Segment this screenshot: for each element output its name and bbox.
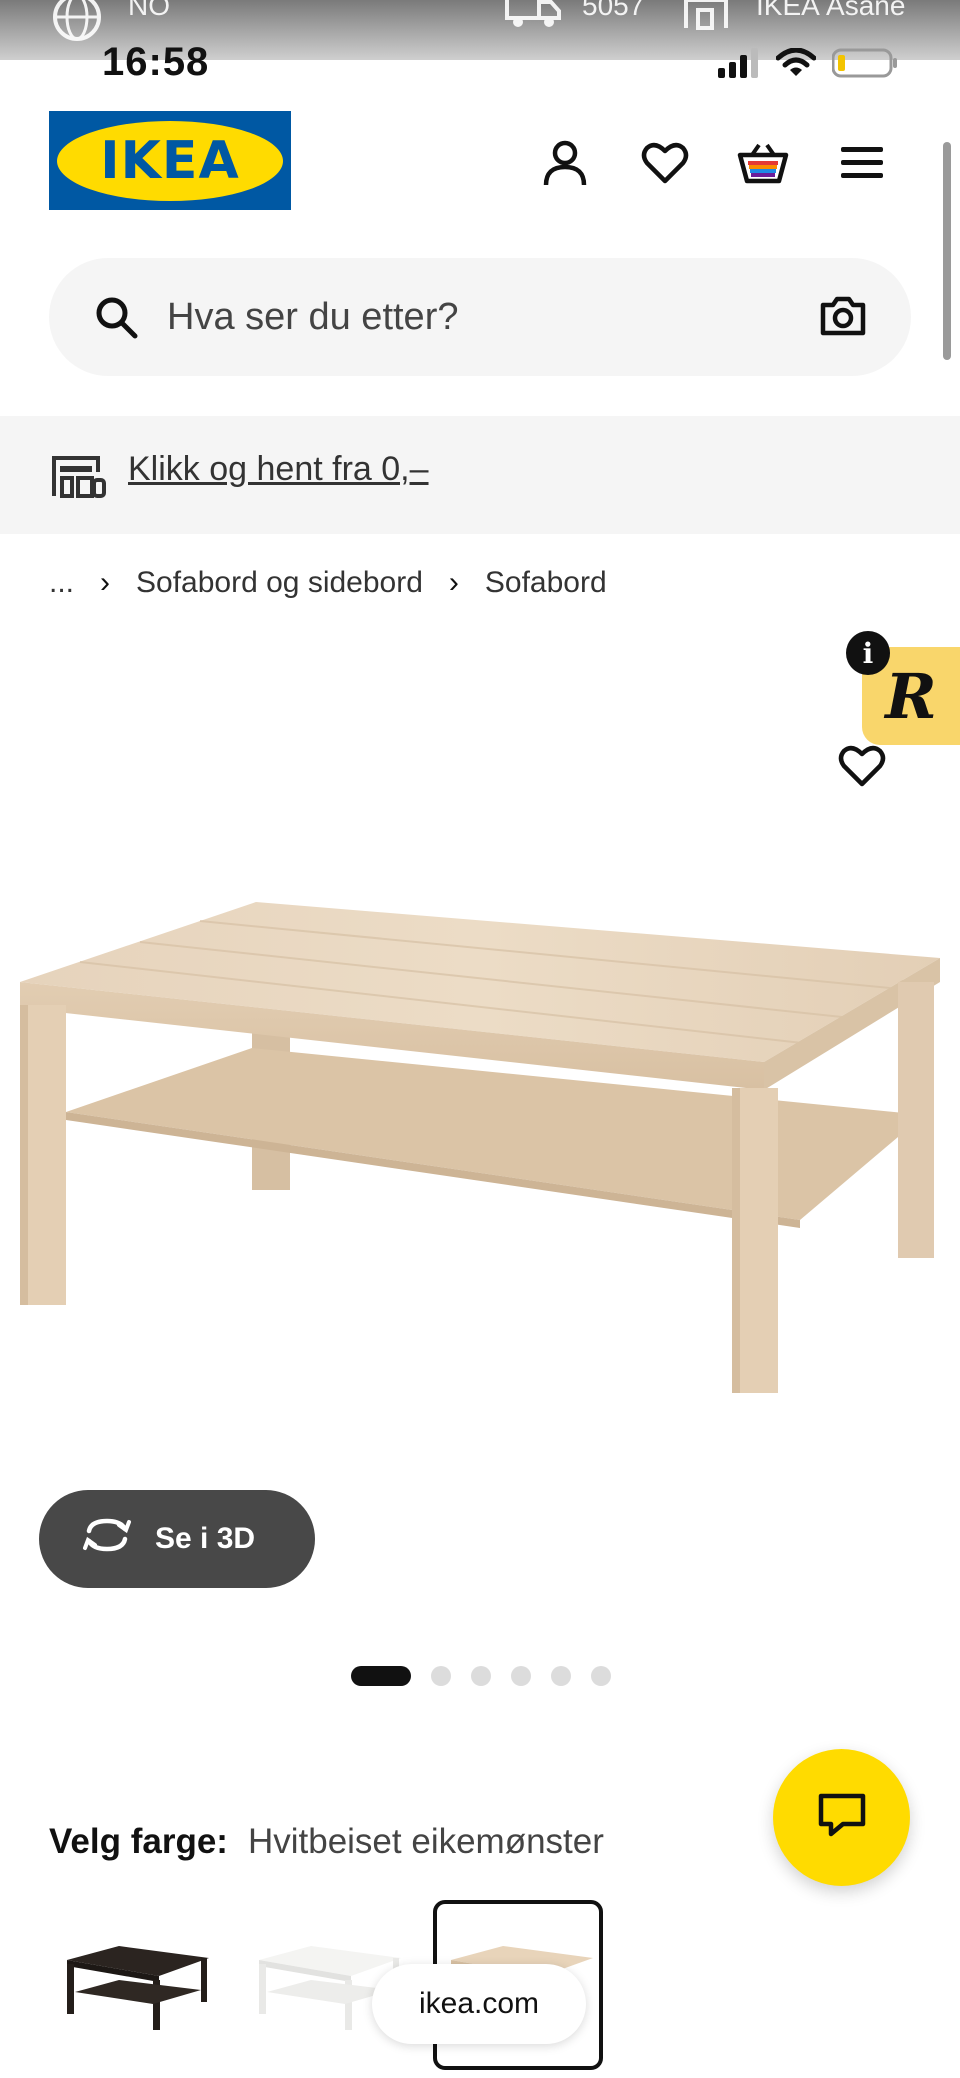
- battery-icon: [831, 48, 898, 83]
- search-input[interactable]: Hva ser du etter?: [167, 296, 458, 339]
- user-icon[interactable]: [538, 136, 592, 190]
- signal-icon: [718, 48, 760, 83]
- info-icon[interactable]: i: [846, 631, 890, 675]
- menu-icon[interactable]: [835, 136, 889, 190]
- chat-bubble-icon: [817, 1792, 867, 1843]
- logo-oval: IKEA: [57, 120, 283, 201]
- scrollbar[interactable]: [943, 142, 951, 360]
- breadcrumb-ellipsis[interactable]: ...: [49, 566, 74, 600]
- breadcrumb: ... › Sofabord og sidebord › Sofabord: [49, 566, 607, 600]
- basket-icon[interactable]: [736, 136, 790, 190]
- logo-text: IKEA: [100, 130, 240, 191]
- wifi-icon: [775, 47, 817, 83]
- view-in-3d-button[interactable]: Se i 3D: [39, 1490, 315, 1588]
- browser-url-pill[interactable]: ikea.com: [372, 1964, 586, 2044]
- camera-icon[interactable]: [819, 295, 867, 342]
- breadcrumb-item-sofabord-og-sidebord[interactable]: Sofabord og sidebord: [136, 566, 423, 600]
- color-value: Hvitbeiset eikemønster: [247, 1822, 604, 1861]
- carousel-dot-6[interactable]: [591, 1666, 611, 1686]
- postal-code: 5057: [582, 0, 645, 21]
- ikea-logo[interactable]: IKEA: [49, 111, 291, 210]
- chevron-right-icon: ›: [448, 566, 459, 599]
- product-image[interactable]: [0, 800, 960, 1500]
- carousel-dot-2[interactable]: [431, 1666, 451, 1686]
- carousel-dot-4[interactable]: [511, 1666, 531, 1686]
- image-carousel-dots: [351, 1666, 611, 1686]
- breadcrumb-item-sofabord[interactable]: Sofabord: [485, 566, 607, 600]
- search-icon: [94, 295, 138, 344]
- status-icons: [718, 47, 898, 83]
- click-collect-banner[interactable]: Klikk og hent fra 0,–: [0, 416, 960, 534]
- add-to-favourites-icon[interactable]: [838, 744, 886, 792]
- chat-button[interactable]: [773, 1749, 910, 1886]
- view-in-3d-label: Se i 3D: [155, 1522, 256, 1555]
- carousel-dot-1[interactable]: [351, 1666, 411, 1686]
- carousel-dot-5[interactable]: [551, 1666, 571, 1686]
- carousel-dot-3[interactable]: [471, 1666, 491, 1686]
- site-header: IKEA: [0, 96, 960, 236]
- color-selector-heading: Velg farge: Hvitbeiset eikemønster: [49, 1822, 604, 1862]
- store-name: IKEA Åsane: [756, 0, 906, 21]
- heart-icon[interactable]: [638, 136, 692, 190]
- swatch-black-brown[interactable]: [49, 1900, 219, 2070]
- store-ghost-icon: [682, 0, 730, 37]
- store-icon: [50, 452, 106, 503]
- rotate-3d-icon: [81, 1517, 133, 1561]
- click-collect-link[interactable]: Klikk og hent fra 0,–: [128, 450, 429, 489]
- status-bar: 16:58: [0, 36, 960, 88]
- color-label: Velg farge:: [49, 1822, 228, 1861]
- search-bar[interactable]: Hva ser du etter?: [49, 258, 911, 376]
- chevron-right-icon: ›: [100, 566, 111, 599]
- country-code: NO: [128, 0, 170, 21]
- status-time: 16:58: [102, 40, 210, 84]
- delivery-truck-icon: [505, 0, 561, 37]
